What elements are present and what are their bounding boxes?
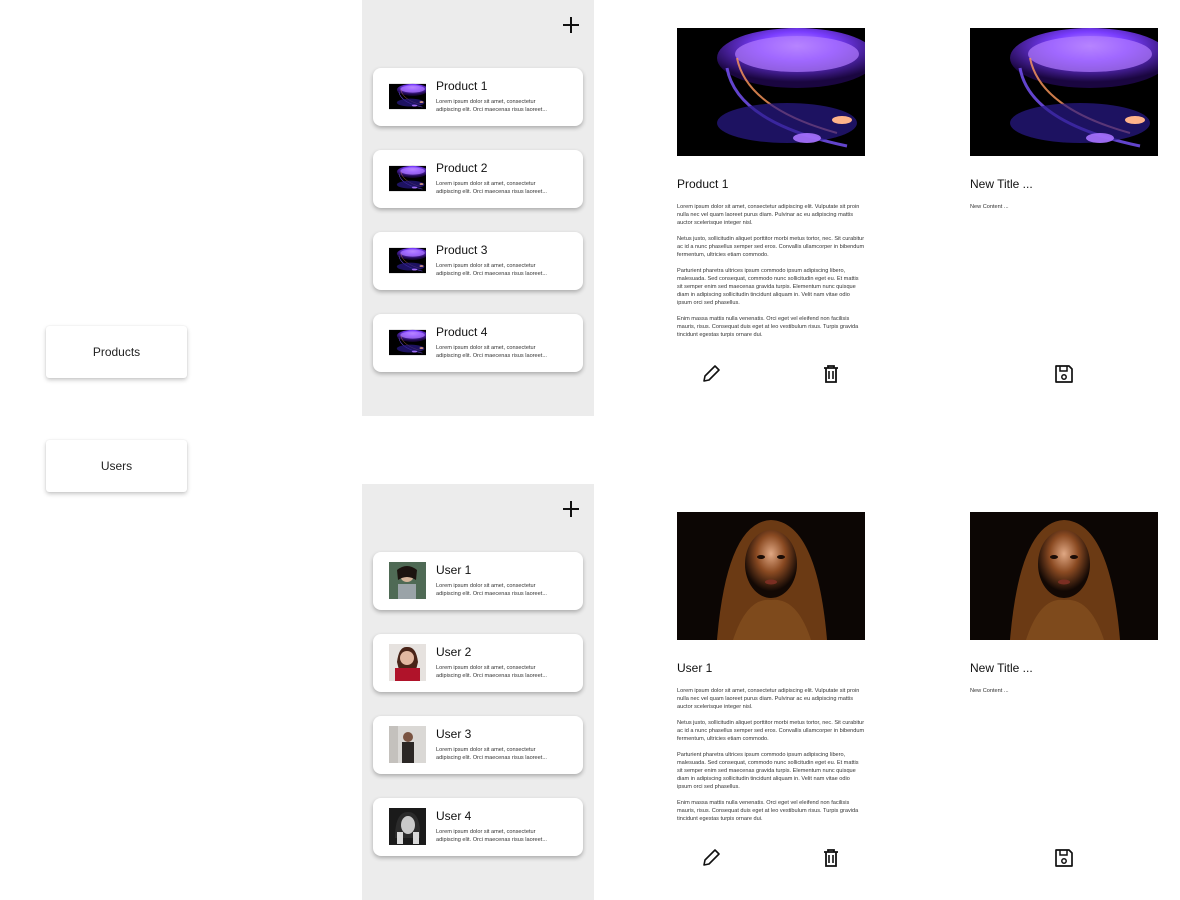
user-avatar (389, 726, 426, 763)
nav-users-button[interactable]: Users (46, 440, 187, 492)
product-thumbnail (389, 242, 426, 279)
plus-icon[interactable] (562, 500, 580, 518)
user-list-item[interactable]: User 3 Lorem ipsum dolor sit amet, conse… (373, 716, 583, 774)
detail-paragraph: Parturient pharetra ultrices ipsum commo… (677, 752, 859, 790)
nav-products-button[interactable]: Products (46, 326, 187, 378)
user-list-item[interactable]: User 1 Lorem ipsum dolor sit amet, conse… (373, 552, 583, 610)
product-detail: Product 1 Lorem ipsum dolor sit amet, co… (677, 28, 865, 398)
new-user-image (970, 512, 1158, 640)
nav-products-label: Products (92, 345, 141, 359)
detail-paragraph: Lorem ipsum dolor sit amet, consectetur … (677, 204, 860, 226)
product-list-item[interactable]: Product 4 Lorem ipsum dolor sit amet, co… (373, 314, 583, 372)
item-title: User 4 (436, 809, 472, 823)
product-list-item[interactable]: Product 3 Lorem ipsum dolor sit amet, co… (373, 232, 583, 290)
item-description: Lorem ipsum dolor sit amet, consectetur … (436, 181, 547, 195)
plus-icon[interactable] (562, 16, 580, 34)
detail-paragraph: Netus justo, sollicitudin aliquet portti… (677, 720, 865, 742)
user-avatar (389, 808, 426, 845)
new-content[interactable]: New Content ... (970, 204, 1009, 210)
item-description: Lorem ipsum dolor sit amet, consectetur … (436, 345, 547, 359)
item-title: Product 4 (436, 325, 488, 339)
user-avatar (389, 562, 426, 599)
detail-title: User 1 (677, 661, 713, 675)
user-detail: User 1 Lorem ipsum dolor sit amet, conse… (677, 512, 865, 882)
product-new-item: New Title ... New Content ... (970, 28, 1158, 228)
trash-icon[interactable] (820, 363, 842, 385)
detail-body: Lorem ipsum dolor sit amet, consectetur … (677, 687, 865, 831)
item-description: Lorem ipsum dolor sit amet, consectetur … (436, 665, 547, 679)
item-title: User 3 (436, 727, 472, 741)
product-list-item[interactable]: Product 1 Lorem ipsum dolor sit amet, co… (373, 68, 583, 126)
product-thumbnail (389, 324, 426, 361)
product-list-item[interactable]: Product 2 Lorem ipsum dolor sit amet, co… (373, 150, 583, 208)
trash-icon[interactable] (820, 847, 842, 869)
detail-paragraph: Enim massa mattis nulla venenatis. Orci … (677, 800, 859, 822)
detail-paragraph: Parturient pharetra ultrices ipsum commo… (677, 268, 859, 306)
item-description: Lorem ipsum dolor sit amet, consectetur … (436, 263, 547, 277)
floppy-disk-icon[interactable] (1053, 363, 1075, 385)
item-title: Product 3 (436, 243, 488, 257)
detail-body: Lorem ipsum dolor sit amet, consectetur … (677, 203, 865, 347)
pencil-icon[interactable] (700, 363, 722, 385)
user-image (677, 512, 865, 640)
item-title: Product 1 (436, 79, 488, 93)
detail-paragraph: Enim massa mattis nulla venenatis. Orci … (677, 316, 859, 338)
product-image (677, 28, 865, 156)
floppy-disk-icon[interactable] (1053, 847, 1075, 869)
product-thumbnail (389, 78, 426, 115)
new-content[interactable]: New Content ... (970, 688, 1009, 694)
detail-paragraph: Netus justo, sollicitudin aliquet portti… (677, 236, 865, 258)
item-description: Lorem ipsum dolor sit amet, consectetur … (436, 747, 547, 761)
item-title: User 2 (436, 645, 472, 659)
user-list-item[interactable]: User 2 Lorem ipsum dolor sit amet, conse… (373, 634, 583, 692)
user-list-item[interactable]: User 4 Lorem ipsum dolor sit amet, conse… (373, 798, 583, 856)
detail-title: Product 1 (677, 177, 729, 191)
item-title: User 1 (436, 563, 472, 577)
new-title[interactable]: New Title ... (970, 177, 1033, 191)
products-list-panel: Product 1 Lorem ipsum dolor sit amet, co… (362, 0, 594, 416)
item-title: Product 2 (436, 161, 488, 175)
nav-users-label: Users (100, 459, 133, 473)
detail-paragraph: Lorem ipsum dolor sit amet, consectetur … (677, 688, 860, 710)
new-title[interactable]: New Title ... (970, 661, 1033, 675)
users-list-panel: User 1 Lorem ipsum dolor sit amet, conse… (362, 484, 594, 900)
new-product-image (970, 28, 1158, 156)
product-thumbnail (389, 160, 426, 197)
user-new-item: New Title ... New Content ... (970, 512, 1158, 712)
pencil-icon[interactable] (700, 847, 722, 869)
item-description: Lorem ipsum dolor sit amet, consectetur … (436, 583, 547, 597)
user-avatar (389, 644, 426, 681)
item-description: Lorem ipsum dolor sit amet, consectetur … (436, 99, 547, 113)
item-description: Lorem ipsum dolor sit amet, consectetur … (436, 829, 547, 843)
